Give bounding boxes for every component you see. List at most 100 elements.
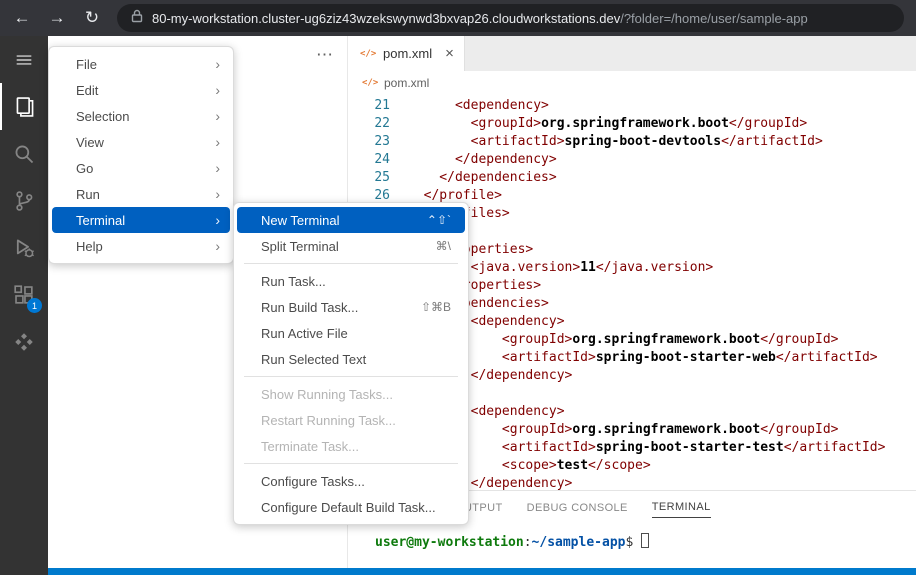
menu-item-edit[interactable]: Edit› [52, 77, 230, 103]
xml-tag: <dependency> [408, 98, 549, 113]
menu-item-file[interactable]: File› [52, 51, 230, 77]
xml-tag: </dependency> [408, 152, 557, 167]
menu-item-selection[interactable]: Selection› [52, 103, 230, 129]
menu-item-go[interactable]: Go› [52, 155, 230, 181]
url-path: /?folder=/home/user/sample-app [620, 11, 808, 26]
menu-item-label: Run [76, 187, 215, 202]
activity-bar-source-control[interactable] [0, 177, 48, 224]
submenu-item-label: New Terminal [261, 213, 427, 228]
menu-item-label: View [76, 135, 215, 150]
activity-bar-cloud-code[interactable] [0, 318, 48, 365]
xml-file-icon: </> [362, 78, 378, 88]
line-number: 24 [348, 151, 390, 169]
code-line-24[interactable]: 24 </dependency> [348, 151, 916, 169]
terminal-cursor [641, 533, 649, 548]
line-content: <dependency> [390, 97, 549, 115]
terminal-separator: : [524, 535, 532, 550]
submenu-item-run-build-task[interactable]: Run Build Task...⇧⌘B [237, 294, 465, 320]
menu-separator [244, 263, 458, 264]
chevron-right-icon: › [215, 186, 220, 202]
xml-text: spring-boot-starter-web [596, 350, 776, 365]
code-line-21[interactable]: 21 <dependency> [348, 97, 916, 115]
terminal-user-host: user@my-workstation [375, 535, 524, 550]
browser-forward-icon[interactable]: → [47, 8, 67, 28]
chevron-right-icon: › [215, 160, 220, 176]
xml-tag: </artifactId> [721, 134, 823, 149]
submenu-item-show-running-tasks: Show Running Tasks... [237, 381, 465, 407]
submenu-item-run-active-file[interactable]: Run Active File [237, 320, 465, 346]
panel-tab-terminal[interactable]: TERMINAL [652, 494, 711, 518]
xml-tag: </artifactId> [776, 350, 878, 365]
xml-tag: </artifactId> [784, 440, 886, 455]
terminal[interactable]: user@my-workstation:~/sample-app$ [375, 533, 649, 550]
menu-item-label: Edit [76, 83, 215, 98]
panel-tab-debug-console[interactable]: DEBUG CONSOLE [527, 495, 628, 518]
submenu-item-terminate-task: Terminate Task... [237, 433, 465, 459]
tab-close-icon[interactable]: × [445, 45, 454, 62]
branch-icon [13, 190, 35, 212]
browser-toolbar: ← → ↻ 80-my-workstation.cluster-ug6ziz43… [0, 0, 916, 36]
submenu-item-label: Terminate Task... [261, 439, 451, 454]
menu-item-run[interactable]: Run› [52, 181, 230, 207]
menu-separator [244, 463, 458, 464]
tab-label: pom.xml [383, 46, 432, 61]
code-line-22[interactable]: 22 <groupId>org.springframework.boot</gr… [348, 115, 916, 133]
breadcrumb-item: pom.xml [384, 76, 429, 90]
url-bar[interactable]: 80-my-workstation.cluster-ug6ziz43wzeksw… [117, 4, 904, 32]
more-actions-icon[interactable]: ⋯ [316, 45, 333, 65]
submenu-item-label: Split Terminal [261, 239, 436, 254]
submenu-item-split-terminal[interactable]: Split Terminal⌘\ [237, 233, 465, 259]
submenu-item-configure-default-build-task[interactable]: Configure Default Build Task... [237, 494, 465, 520]
line-number: 25 [348, 169, 390, 187]
browser-back-icon[interactable]: ← [12, 8, 32, 28]
submenu-item-configure-tasks[interactable]: Configure Tasks... [237, 468, 465, 494]
file-menu: File›Edit›Selection›View›Go›Run›Terminal… [48, 46, 234, 264]
submenu-item-run-task[interactable]: Run Task... [237, 268, 465, 294]
code-line-23[interactable]: 23 <artifactId>spring-boot-devtools</art… [348, 133, 916, 151]
status-bar [48, 568, 916, 575]
breadcrumbs[interactable]: </> pom.xml [348, 71, 916, 95]
line-number: 22 [348, 115, 390, 133]
tab-pom-xml[interactable]: </> pom.xml × [348, 36, 465, 71]
activity-bar-extensions[interactable]: 1 [0, 271, 48, 318]
activity-bar-run-debug[interactable] [0, 224, 48, 271]
xml-tag: <groupId> [408, 116, 541, 131]
line-content: </dependencies> [390, 169, 557, 187]
xml-tag: </scope> [588, 458, 651, 473]
code-line-25[interactable]: 25 </dependencies> [348, 169, 916, 187]
terminal-submenu: New Terminal⌃⇧`Split Terminal⌘\Run Task.… [233, 202, 469, 525]
url-domain: 80-my-workstation.cluster-ug6ziz43wzeksw… [152, 11, 620, 26]
xml-tag: </dependencies> [408, 170, 557, 185]
xml-tag: </groupId> [760, 332, 838, 347]
chevron-right-icon: › [215, 212, 220, 228]
submenu-item-new-terminal[interactable]: New Terminal⌃⇧` [237, 207, 465, 233]
chevron-right-icon: › [215, 238, 220, 254]
keybinding-label: ⌘\ [436, 239, 451, 253]
xml-text: org.springframework.boot [541, 116, 729, 131]
tab-bar: </> pom.xml × [348, 36, 916, 71]
keybinding-label: ⇧⌘B [421, 300, 451, 314]
submenu-item-label: Configure Tasks... [261, 474, 451, 489]
menu-item-terminal[interactable]: Terminal› [52, 207, 230, 233]
submenu-item-label: Show Running Tasks... [261, 387, 451, 402]
chevron-right-icon: › [215, 134, 220, 150]
menu-item-label: Go [76, 161, 215, 176]
xml-text: 11 [580, 260, 596, 275]
submenu-item-run-selected-text[interactable]: Run Selected Text [237, 346, 465, 372]
xml-tag: </groupId> [760, 422, 838, 437]
lock-icon [131, 9, 143, 28]
activity-bar-search[interactable] [0, 130, 48, 177]
chevron-right-icon: › [215, 82, 220, 98]
menu-item-help[interactable]: Help› [52, 233, 230, 259]
activity-bar-explorer[interactable] [0, 83, 48, 130]
xml-text: spring-boot-starter-test [596, 440, 784, 455]
menu-item-label: Help [76, 239, 215, 254]
xml-text: org.springframework.boot [572, 422, 760, 437]
xml-tag: </java.version> [596, 260, 713, 275]
menu-item-view[interactable]: View› [52, 129, 230, 155]
menu-separator [244, 376, 458, 377]
line-number: 23 [348, 133, 390, 151]
browser-reload-icon[interactable]: ↻ [82, 8, 102, 28]
activity-bar-menu[interactable] [0, 36, 48, 83]
submenu-item-label: Run Build Task... [261, 300, 421, 315]
